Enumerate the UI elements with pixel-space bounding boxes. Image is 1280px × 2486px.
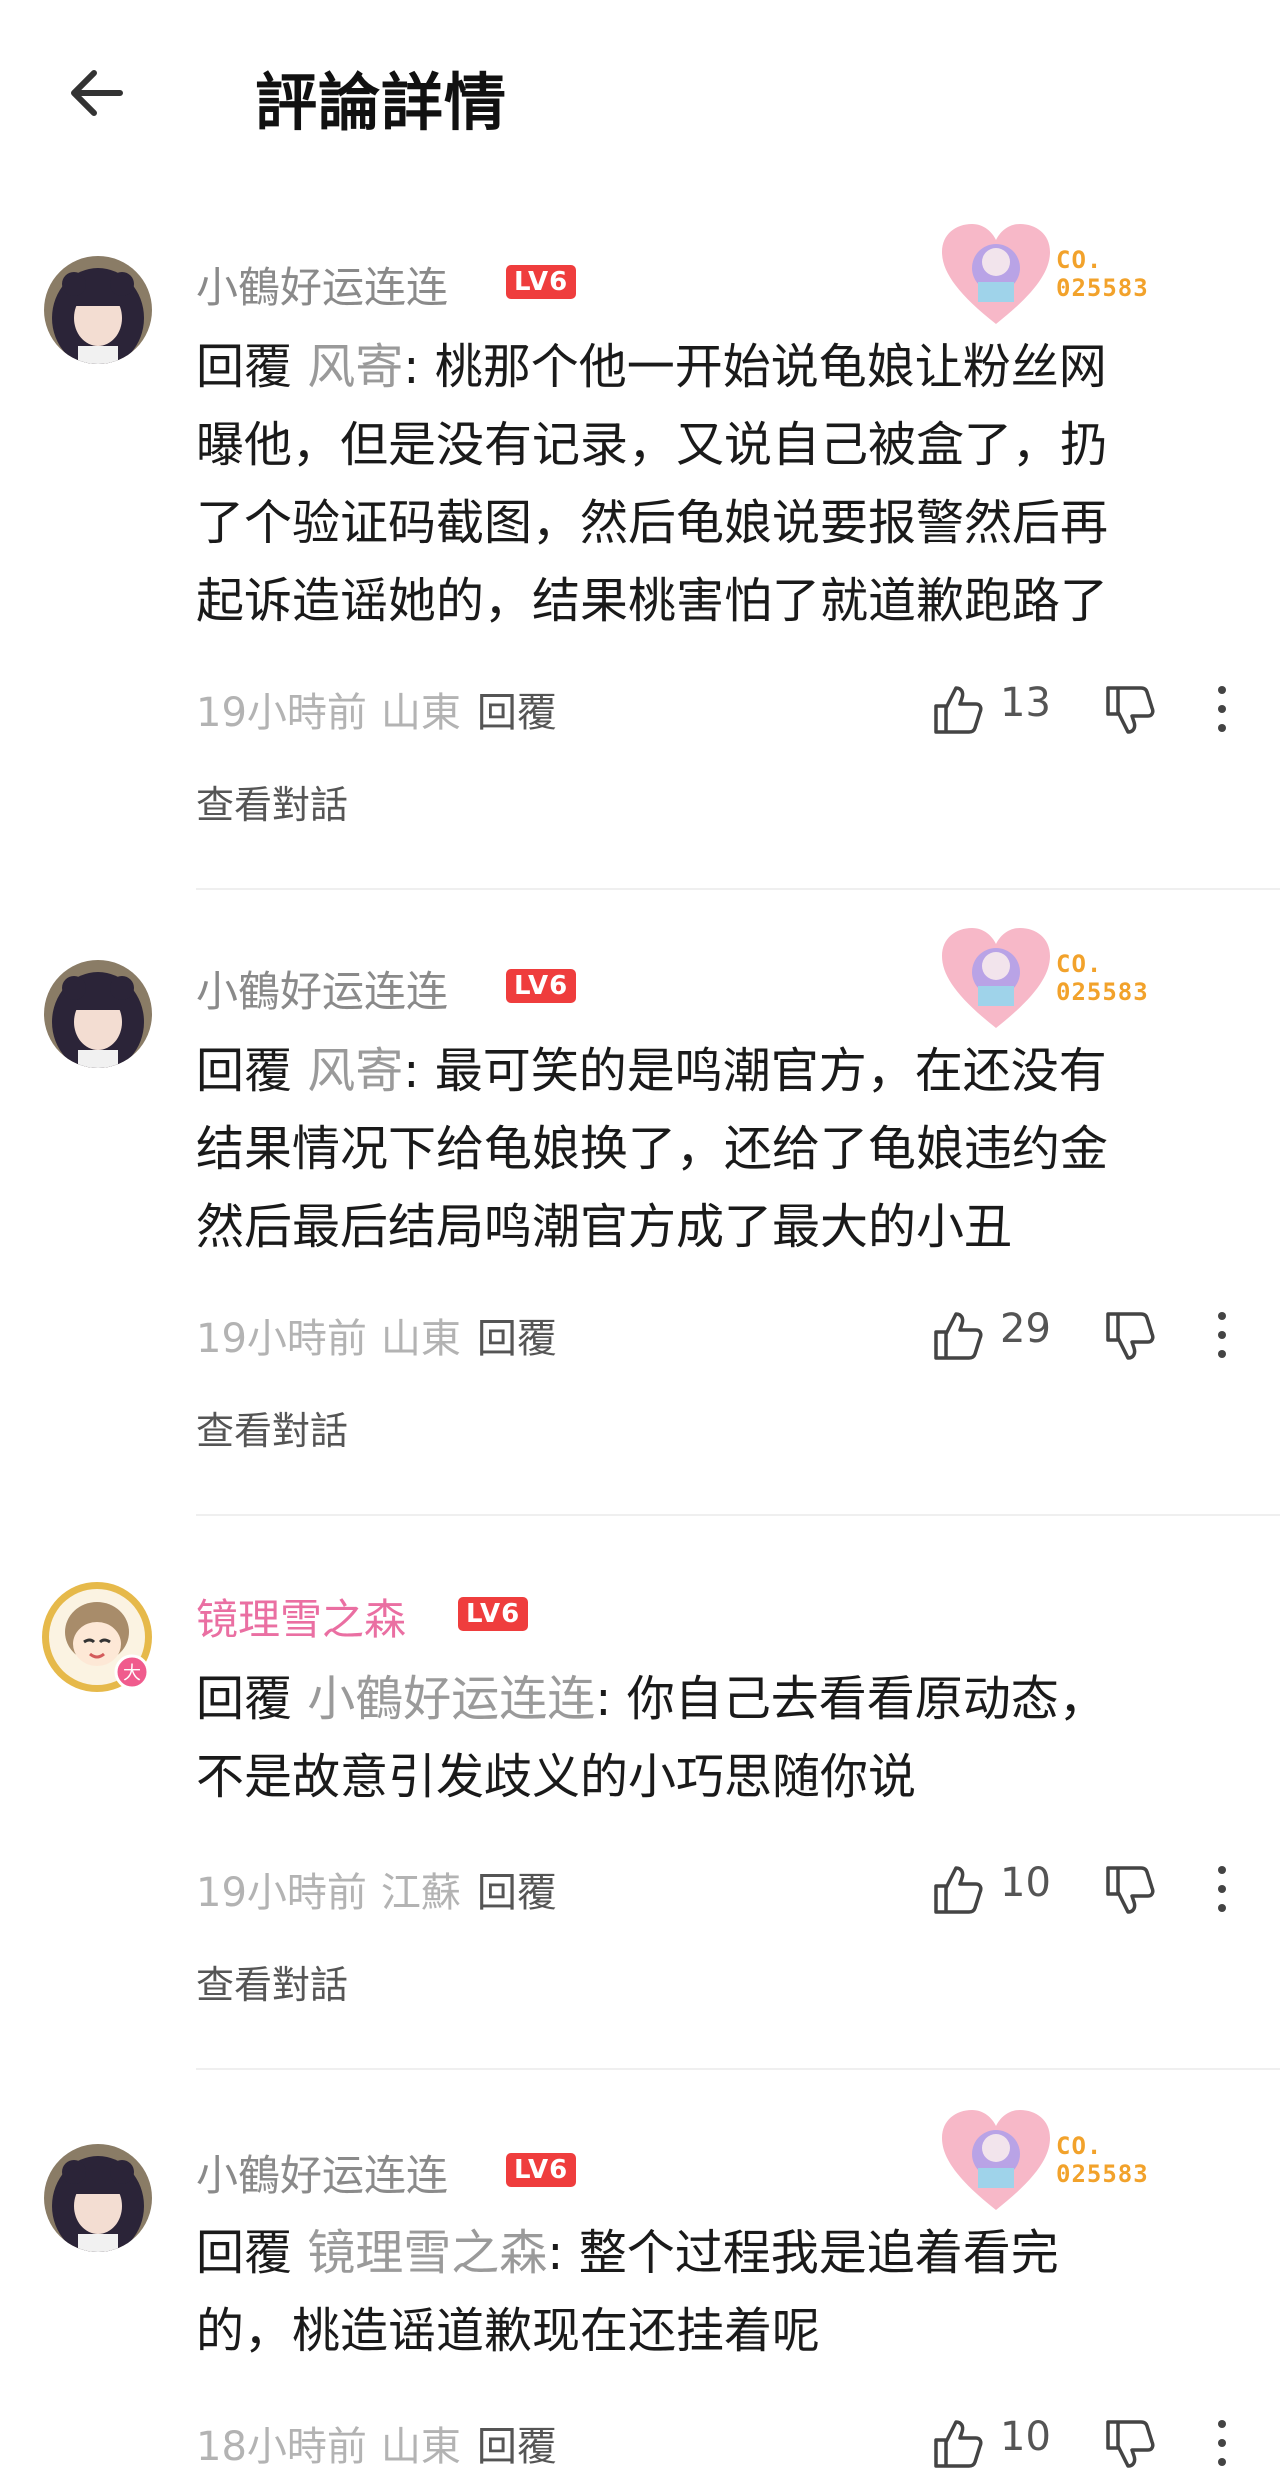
level-badge: LV6	[506, 2153, 577, 2187]
reply-word: 回覆	[196, 339, 293, 395]
reply-button[interactable]: 回覆	[477, 690, 557, 736]
reply-target[interactable]: 风寄	[307, 339, 403, 395]
reply-target[interactable]: 风寄	[307, 1043, 403, 1099]
thumbs-up-icon[interactable]	[930, 1308, 984, 1362]
level-badge: LV6	[458, 1597, 529, 1631]
timestamp: 19小時前	[196, 1870, 367, 1916]
like-count: 13	[1000, 680, 1051, 726]
thumbs-up-icon[interactable]	[930, 1862, 984, 1916]
reply-button[interactable]: 回覆	[477, 2424, 557, 2470]
location: 山東	[380, 1316, 461, 1362]
like-count: 10	[1000, 1860, 1051, 1906]
comment-meta: 18小時前 山東 回覆	[196, 2414, 557, 2472]
location: 江蘇	[380, 1870, 461, 1916]
reply-button[interactable]: 回覆	[477, 1316, 557, 1362]
comment-body: 回覆 风寄: 最可笑的是鸣潮官方，在还没有 结果情况下给龟娘换了，还给了龟娘违约…	[196, 1043, 1109, 1255]
comment-meta: 19小時前 江蘇 回覆	[196, 1860, 557, 1918]
svg-text:大: 大	[123, 1663, 141, 1684]
avatar[interactable]	[44, 960, 152, 1068]
reply-word: 回覆	[196, 1043, 293, 1099]
more-options-icon[interactable]	[1212, 1308, 1232, 1362]
thumbs-down-icon[interactable]	[1102, 1310, 1156, 1364]
comment-body: 回覆 风寄: 桃那个他一开始说龟娘让粉丝网 曝他，但是没有记录，又说自己被盒了，…	[196, 339, 1109, 629]
page-title: 評論詳情	[255, 66, 508, 139]
badge-code: CO. 025583	[1056, 246, 1149, 302]
timestamp: 18小時前	[196, 2424, 367, 2470]
fan-badge: CO. 025583	[938, 924, 1174, 1036]
reply-target[interactable]: 镜理雪之森	[307, 2225, 547, 2281]
location: 山東	[380, 2424, 461, 2470]
more-options-icon[interactable]	[1212, 2416, 1232, 2470]
fan-badge: CO. 025583	[938, 220, 1174, 332]
badge-code: CO. 025583	[1056, 2132, 1149, 2188]
back-arrow-icon[interactable]	[62, 58, 132, 128]
reply-word: 回覆	[196, 1671, 293, 1727]
timestamp: 19小時前	[196, 690, 367, 736]
comment-meta: 19小時前 山東 回覆	[196, 1306, 557, 1364]
comment-body: 回覆 小鶴好运连连: 你自己去看看原动态， 不是故意引发歧义的小巧思随你说	[196, 1671, 1107, 1805]
thumbs-up-icon[interactable]	[930, 682, 984, 736]
username[interactable]: 小鶴好运连连	[196, 958, 448, 1019]
timestamp: 19小時前	[196, 1316, 367, 1362]
thumbs-up-icon[interactable]	[930, 2416, 984, 2470]
more-options-icon[interactable]	[1212, 682, 1232, 736]
thumbs-down-icon[interactable]	[1102, 2418, 1156, 2472]
avatar[interactable]: 大	[40, 1580, 154, 1694]
badge-code: CO. 025583	[1056, 950, 1149, 1006]
like-count: 10	[1000, 2414, 1051, 2460]
level-badge: LV6	[506, 969, 577, 1003]
username[interactable]: 镜理雪之森	[196, 1586, 406, 1647]
avatar[interactable]	[44, 256, 152, 364]
reply-button[interactable]: 回覆	[477, 1870, 557, 1916]
avatar-frame-icon: 大	[42, 1582, 152, 1692]
avatar-image-icon	[44, 960, 152, 1068]
thumbs-down-icon[interactable]	[1102, 1864, 1156, 1918]
top-bar: 評論詳情	[0, 0, 1280, 190]
reply-target[interactable]: 小鶴好运连连	[307, 1671, 595, 1727]
avatar-image-icon	[44, 256, 152, 364]
view-conversation-link[interactable]: 查看對話	[196, 1400, 348, 1455]
view-conversation-link[interactable]: 查看對話	[196, 1954, 348, 2009]
divider	[196, 888, 1280, 890]
thumbs-down-icon[interactable]	[1102, 684, 1156, 738]
like-count: 29	[1000, 1306, 1051, 1352]
level-badge: LV6	[506, 265, 577, 299]
comment-body: 回覆 镜理雪之森: 整个过程我是追着看完 的，桃造谣道歉现在还挂着呢	[196, 2225, 1059, 2359]
location: 山東	[380, 690, 461, 736]
comment-meta: 19小時前 山東 回覆	[196, 680, 557, 738]
reply-word: 回覆	[196, 2225, 293, 2281]
view-conversation-link[interactable]: 查看對話	[196, 774, 348, 829]
avatar-image-icon	[44, 2144, 152, 2252]
divider	[196, 2068, 1280, 2070]
divider	[196, 1514, 1280, 1516]
username[interactable]: 小鶴好运连连	[196, 254, 448, 315]
avatar[interactable]	[44, 2144, 152, 2252]
username[interactable]: 小鶴好运连连	[196, 2142, 448, 2203]
more-options-icon[interactable]	[1212, 1862, 1232, 1916]
fan-badge: CO. 025583	[938, 2106, 1174, 2218]
